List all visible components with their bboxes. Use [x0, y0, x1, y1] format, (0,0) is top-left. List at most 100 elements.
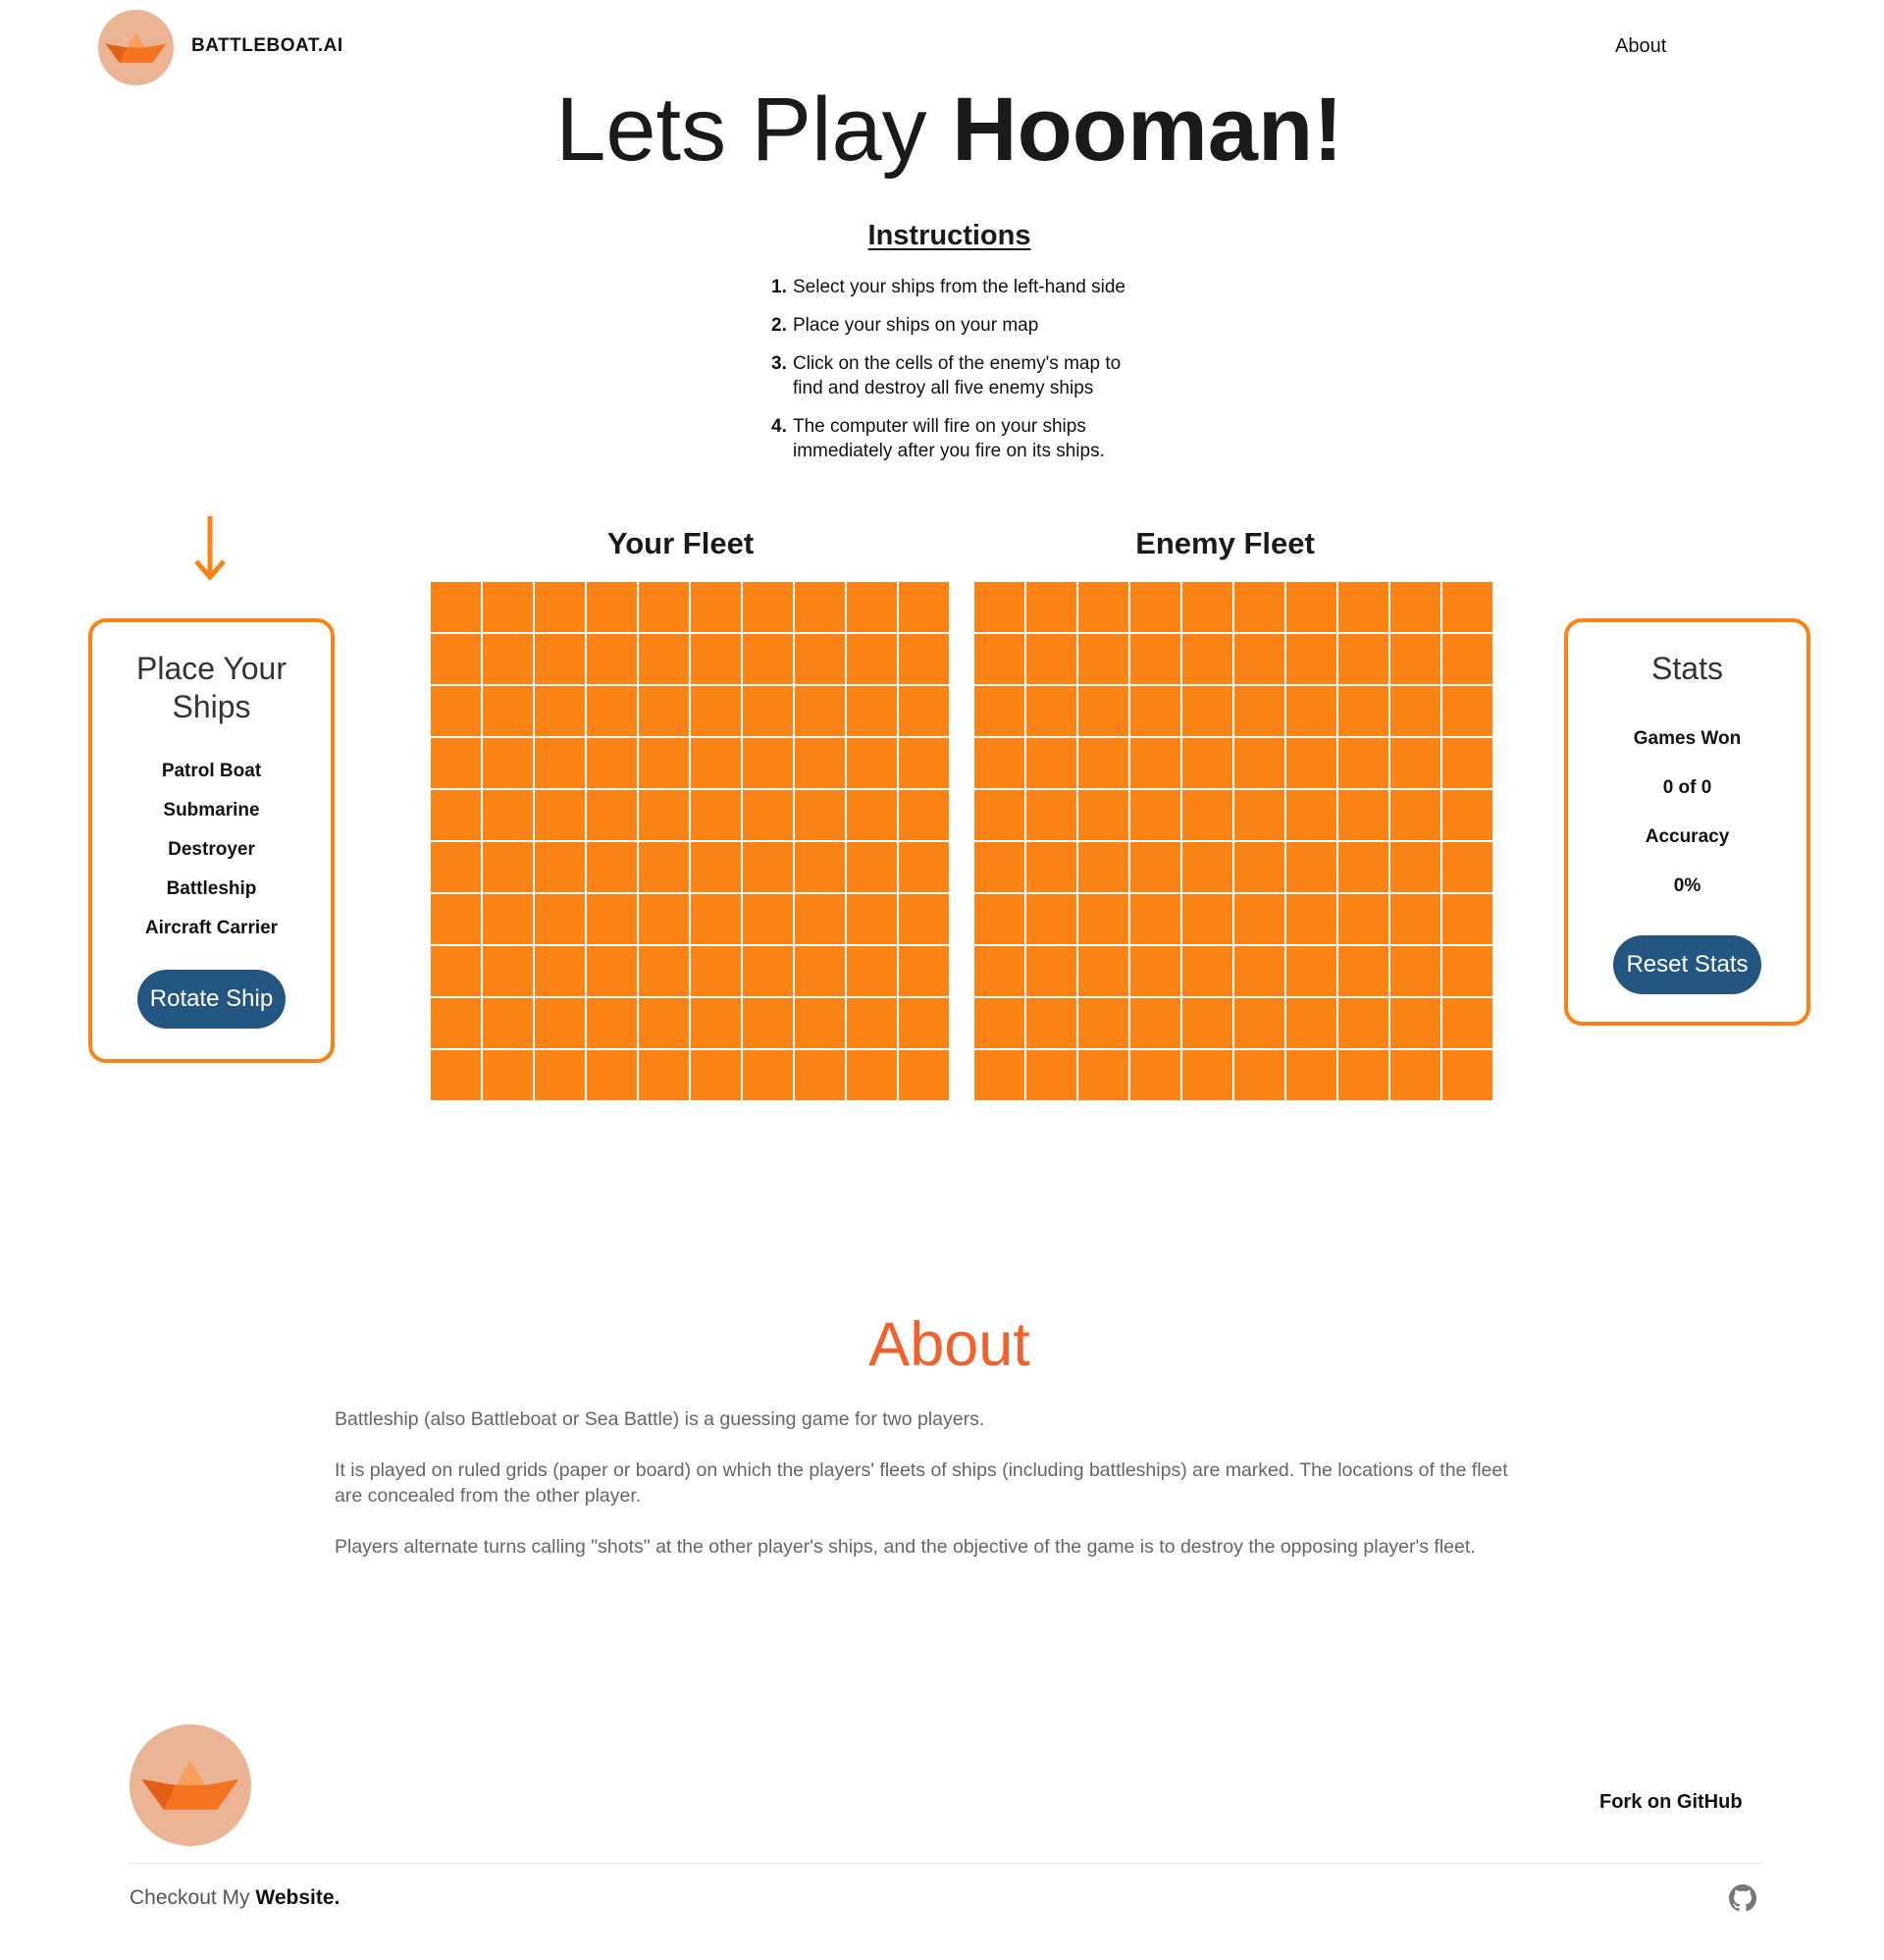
enemy-fleet-cell[interactable]: [1130, 894, 1180, 944]
github-icon[interactable]: [1729, 1884, 1756, 1912]
your-fleet-cell[interactable]: [483, 634, 533, 684]
your-fleet-cell[interactable]: [899, 842, 949, 892]
your-fleet-cell[interactable]: [691, 1050, 741, 1100]
your-fleet-cell[interactable]: [847, 686, 897, 736]
ship-destroyer[interactable]: Destroyer: [92, 838, 331, 877]
your-fleet-cell[interactable]: [847, 634, 897, 684]
your-fleet-cell[interactable]: [639, 946, 689, 996]
your-fleet-cell[interactable]: [691, 634, 741, 684]
your-fleet-cell[interactable]: [847, 790, 897, 840]
enemy-fleet-cell[interactable]: [1442, 582, 1492, 632]
enemy-fleet-cell[interactable]: [974, 790, 1024, 840]
enemy-fleet-cell[interactable]: [1234, 790, 1284, 840]
your-fleet-cell[interactable]: [795, 998, 845, 1048]
your-fleet-cell[interactable]: [431, 582, 481, 632]
your-fleet-cell[interactable]: [743, 634, 793, 684]
your-fleet-cell[interactable]: [691, 790, 741, 840]
enemy-fleet-cell[interactable]: [974, 998, 1024, 1048]
brand-logo[interactable]: [98, 10, 174, 85]
enemy-fleet-cell[interactable]: [1286, 894, 1336, 944]
rotate-ship-button[interactable]: Rotate Ship: [137, 970, 286, 1029]
your-fleet-cell[interactable]: [639, 790, 689, 840]
enemy-fleet-cell[interactable]: [1390, 946, 1440, 996]
your-fleet-cell[interactable]: [483, 738, 533, 788]
enemy-fleet-cell[interactable]: [1286, 946, 1336, 996]
your-fleet-cell[interactable]: [795, 790, 845, 840]
your-fleet-cell[interactable]: [639, 998, 689, 1048]
your-fleet-cell[interactable]: [691, 842, 741, 892]
enemy-fleet-cell[interactable]: [1286, 634, 1336, 684]
enemy-fleet-cell[interactable]: [1078, 582, 1128, 632]
enemy-fleet-cell[interactable]: [1130, 738, 1180, 788]
your-fleet-cell[interactable]: [431, 998, 481, 1048]
enemy-fleet-cell[interactable]: [1182, 998, 1232, 1048]
enemy-fleet-cell[interactable]: [1026, 582, 1076, 632]
your-fleet-cell[interactable]: [535, 686, 585, 736]
enemy-fleet-cell[interactable]: [1442, 946, 1492, 996]
your-fleet-cell[interactable]: [847, 946, 897, 996]
your-fleet-cell[interactable]: [483, 842, 533, 892]
your-fleet-cell[interactable]: [899, 894, 949, 944]
your-fleet-cell[interactable]: [795, 842, 845, 892]
enemy-fleet-cell[interactable]: [1442, 998, 1492, 1048]
enemy-fleet-cell[interactable]: [1390, 634, 1440, 684]
enemy-fleet-cell[interactable]: [1078, 790, 1128, 840]
your-fleet-cell[interactable]: [535, 582, 585, 632]
your-fleet-cell[interactable]: [639, 894, 689, 944]
enemy-fleet-cell[interactable]: [1026, 842, 1076, 892]
enemy-fleet-cell[interactable]: [1390, 894, 1440, 944]
your-fleet-cell[interactable]: [691, 946, 741, 996]
your-fleet-cell[interactable]: [587, 790, 637, 840]
enemy-fleet-cell[interactable]: [974, 582, 1024, 632]
your-fleet-cell[interactable]: [795, 946, 845, 996]
enemy-fleet-cell[interactable]: [1182, 582, 1232, 632]
enemy-fleet-cell[interactable]: [1286, 842, 1336, 892]
enemy-fleet-cell[interactable]: [1442, 686, 1492, 736]
ship-battleship[interactable]: Battleship: [92, 877, 331, 917]
enemy-fleet-cell[interactable]: [1286, 998, 1336, 1048]
enemy-fleet-cell[interactable]: [1338, 790, 1388, 840]
your-fleet-cell[interactable]: [535, 894, 585, 944]
your-fleet-cell[interactable]: [795, 686, 845, 736]
your-fleet-cell[interactable]: [691, 738, 741, 788]
enemy-fleet-cell[interactable]: [1286, 738, 1336, 788]
your-fleet-cell[interactable]: [691, 686, 741, 736]
enemy-fleet-cell[interactable]: [1390, 686, 1440, 736]
your-fleet-cell[interactable]: [743, 790, 793, 840]
enemy-fleet-cell[interactable]: [1130, 686, 1180, 736]
enemy-fleet-cell[interactable]: [1026, 1050, 1076, 1100]
enemy-fleet-cell[interactable]: [1338, 686, 1388, 736]
enemy-fleet-cell[interactable]: [1130, 634, 1180, 684]
your-fleet-cell[interactable]: [431, 634, 481, 684]
your-fleet-cell[interactable]: [639, 1050, 689, 1100]
enemy-fleet-cell[interactable]: [1078, 842, 1128, 892]
your-fleet-cell[interactable]: [899, 946, 949, 996]
your-fleet-cell[interactable]: [847, 998, 897, 1048]
your-fleet-cell[interactable]: [535, 738, 585, 788]
website-link[interactable]: Website.: [255, 1886, 340, 1909]
your-fleet-cell[interactable]: [743, 946, 793, 996]
your-fleet-cell[interactable]: [483, 998, 533, 1048]
your-fleet-cell[interactable]: [847, 842, 897, 892]
your-fleet-cell[interactable]: [431, 790, 481, 840]
your-fleet-cell[interactable]: [639, 634, 689, 684]
your-fleet-cell[interactable]: [691, 582, 741, 632]
enemy-fleet-cell[interactable]: [1390, 998, 1440, 1048]
enemy-fleet-cell[interactable]: [1078, 634, 1128, 684]
enemy-fleet-cell[interactable]: [1182, 790, 1232, 840]
enemy-fleet-cell[interactable]: [1442, 842, 1492, 892]
your-fleet-cell[interactable]: [847, 582, 897, 632]
reset-stats-button[interactable]: Reset Stats: [1613, 935, 1761, 994]
your-fleet-cell[interactable]: [743, 686, 793, 736]
enemy-fleet-cell[interactable]: [1234, 1050, 1284, 1100]
enemy-fleet-cell[interactable]: [1182, 894, 1232, 944]
your-fleet-cell[interactable]: [483, 894, 533, 944]
enemy-fleet-cell[interactable]: [1078, 686, 1128, 736]
enemy-fleet-cell[interactable]: [974, 634, 1024, 684]
your-fleet-cell[interactable]: [639, 842, 689, 892]
enemy-fleet-cell[interactable]: [1234, 842, 1284, 892]
enemy-fleet-cell[interactable]: [1130, 1050, 1180, 1100]
enemy-fleet-cell[interactable]: [1390, 790, 1440, 840]
your-fleet-cell[interactable]: [795, 1050, 845, 1100]
your-fleet-cell[interactable]: [535, 634, 585, 684]
